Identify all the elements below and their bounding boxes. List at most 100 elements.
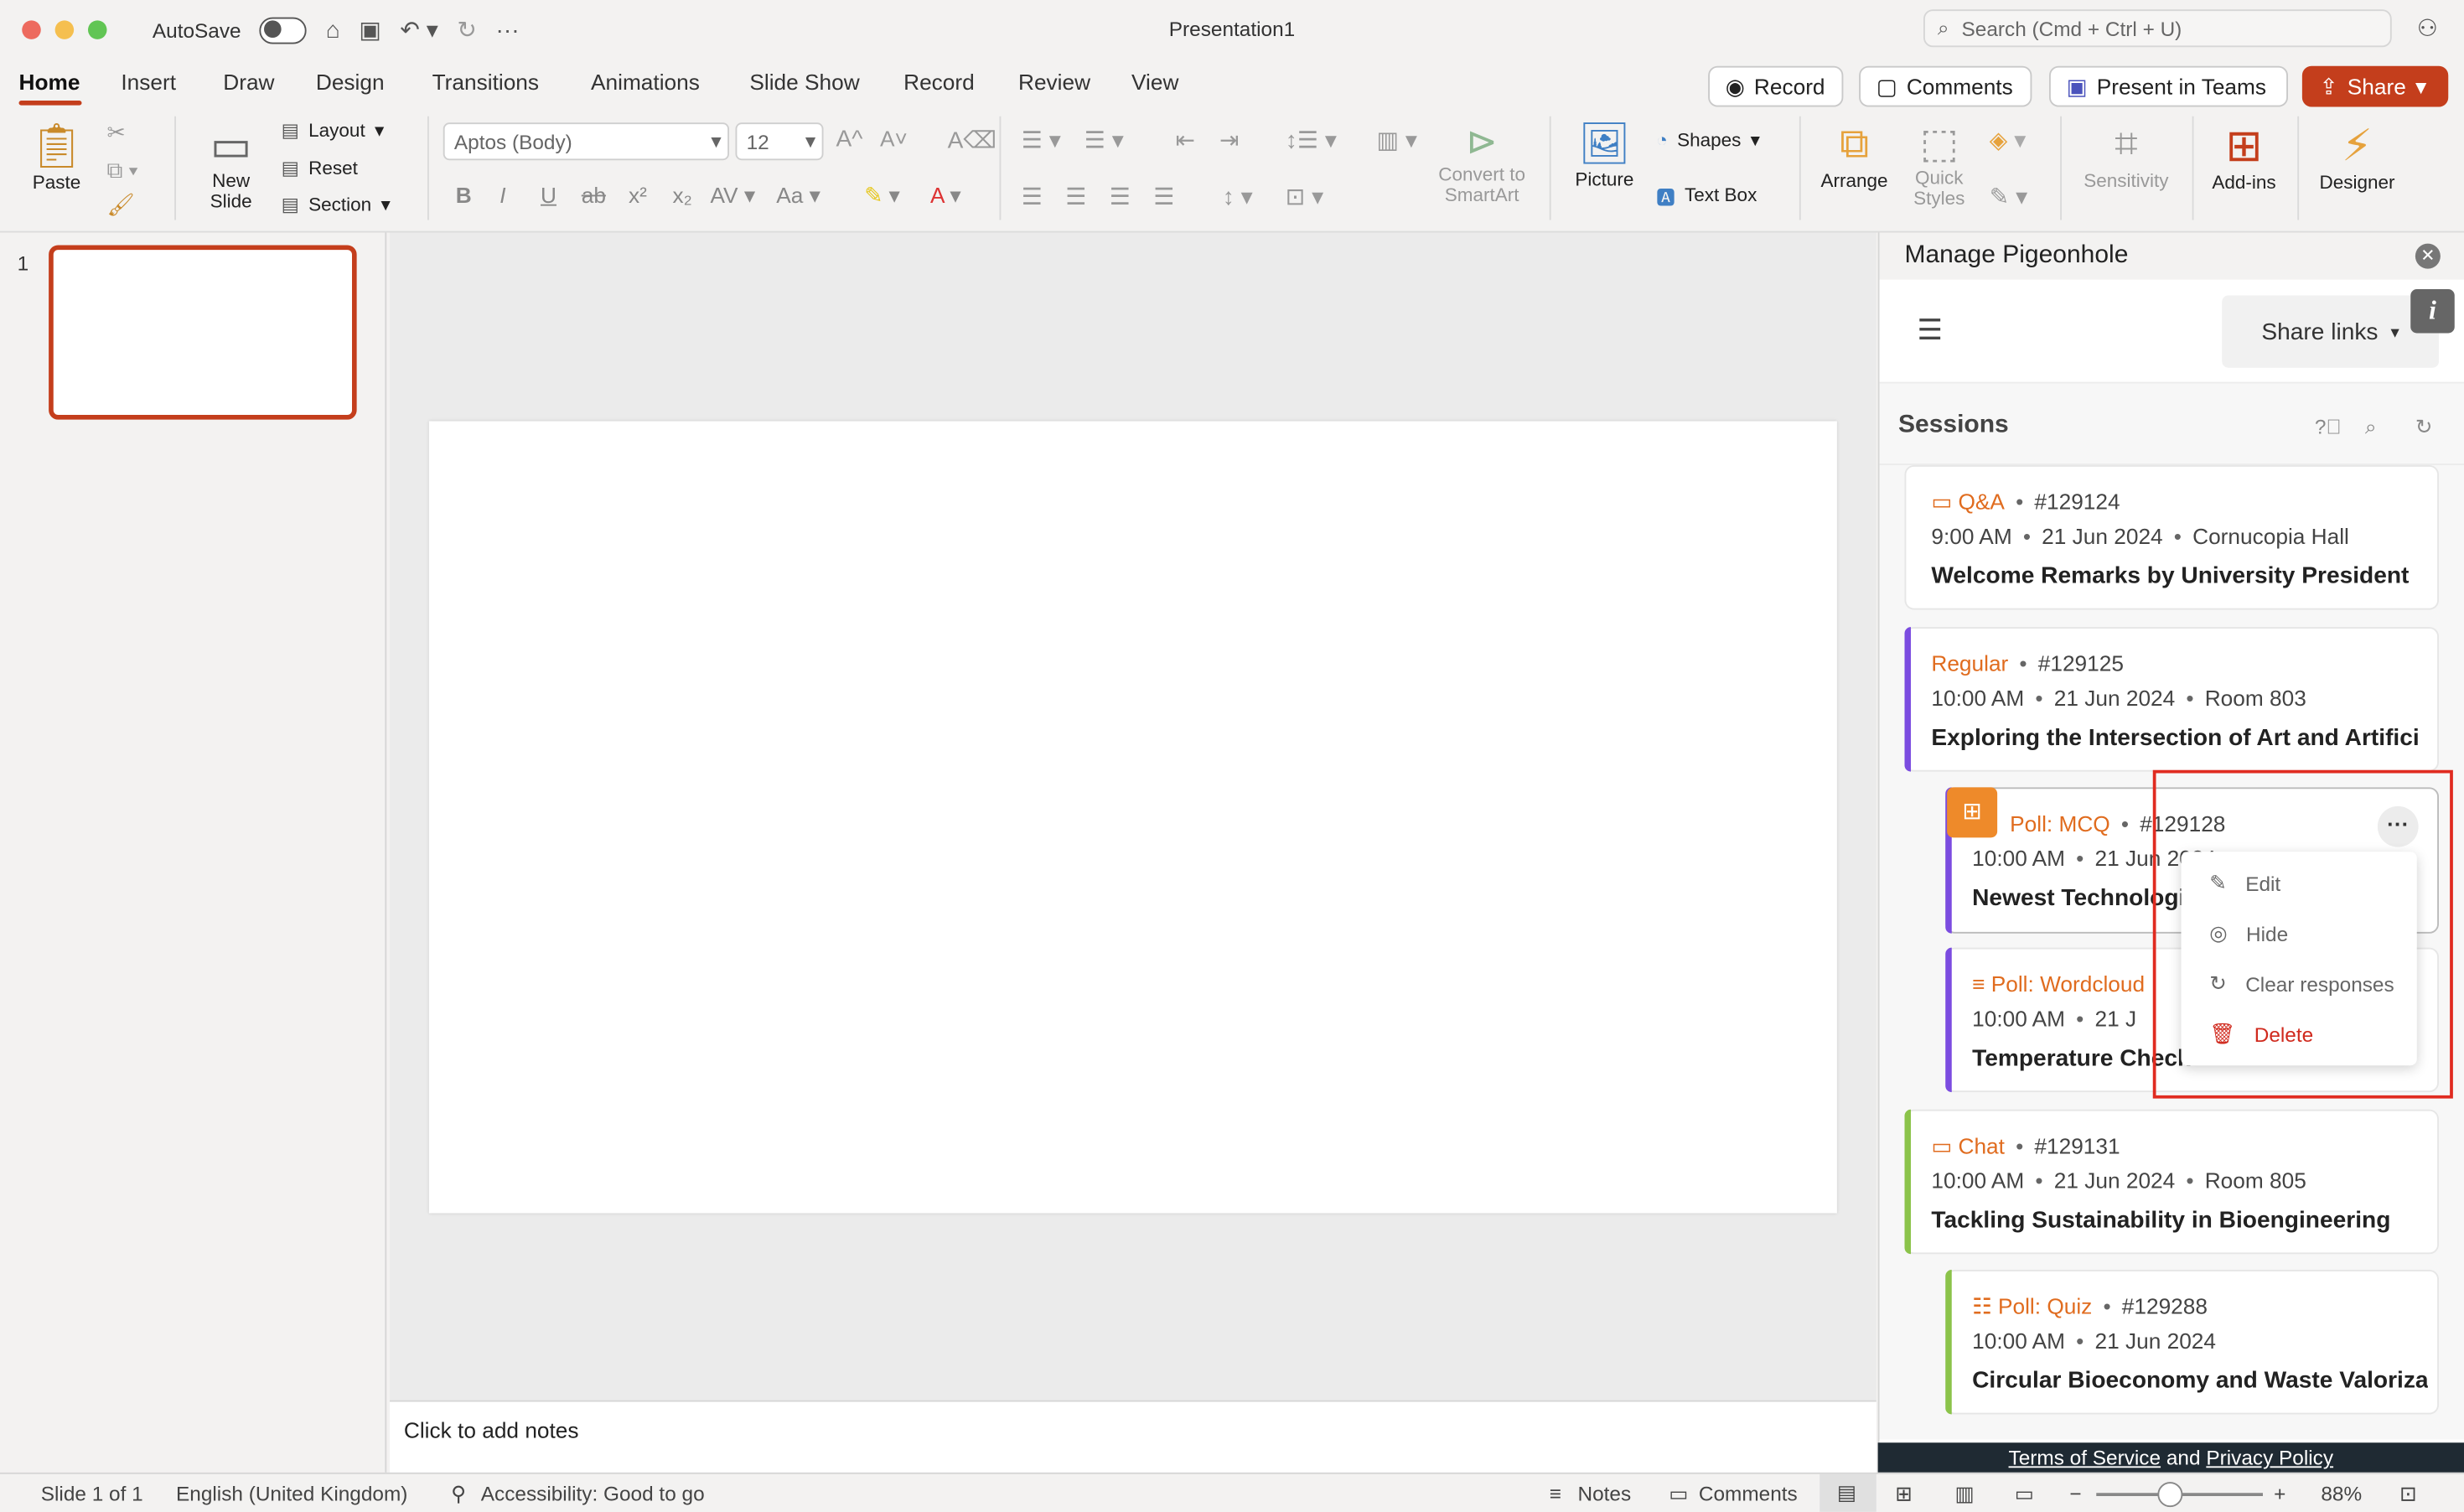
share-button[interactable]: ⇪ Share ▾ [2301,65,2449,107]
comments-button-label: Comments [1906,74,2013,100]
strikethrough-icon[interactable]: ab [582,183,606,208]
new-slide-button[interactable]: ▭ New Slide [192,120,271,213]
subscript-icon[interactable]: x₂ [673,183,692,208]
tab-record[interactable]: Record [903,70,975,95]
notes-toggle[interactable]: Notes [1578,1482,1632,1505]
superscript-icon[interactable]: x² [629,183,647,208]
search-input[interactable]: ⌕ Search (Cmd + Ctrl + U) [1923,9,2392,48]
increase-indent-icon[interactable]: ⇥ [1219,126,1240,154]
font-name-select[interactable]: Aptos (Body) ▾ [443,122,729,161]
record-button[interactable]: ◉ Record [1708,65,1844,107]
privacy-policy-link[interactable]: Privacy Policy [2206,1446,2333,1469]
tab-slide-show[interactable]: Slide Show [749,70,859,95]
accessibility-status[interactable]: Accessibility: Good to go [481,1482,705,1505]
session-card[interactable]: ▭ Q&A • #129124 9:00 AM • 21 Jun 2024 • Cornuc… [1904,465,2439,610]
zoom-level[interactable]: 88% [2321,1482,2362,1505]
zoom-out-icon[interactable]: − [2069,1482,2081,1505]
tab-home[interactable]: Home [19,70,80,95]
sensitivity-button[interactable]: ⌗ Sensitivity [2074,120,2178,192]
change-case-icon[interactable]: Aa ▾ [776,183,820,210]
refresh-icon[interactable]: ↻ [2415,415,2432,440]
sensitivity-icon: ⌗ [2115,119,2138,167]
record-icon: ◉ [1725,73,1745,99]
italic-icon[interactable]: I [500,183,505,208]
present-in-teams-button[interactable]: ▣ Present in Teams [2049,65,2288,107]
character-spacing-icon[interactable]: AV ▾ [711,183,756,210]
slide-thumbnail[interactable] [49,245,357,420]
info-icon[interactable]: i [2410,289,2455,334]
convert-smartart-button[interactable]: ⊳ Convert to SmartArt [1430,120,1534,206]
shape-outline-icon[interactable]: ✎ ▾ [1990,183,2027,210]
tab-draw[interactable]: Draw [223,70,274,95]
clear-formatting-icon[interactable]: A⌫ [948,126,997,154]
align-left-icon[interactable]: ☰ [1022,183,1043,210]
increase-font-icon[interactable]: A^ [836,126,863,153]
tab-design[interactable]: Design [316,70,385,95]
slideshow-icon[interactable]: ▭ [2015,1482,2034,1507]
notes-pane[interactable]: Click to add notes [390,1400,1876,1473]
arrange-button[interactable]: ⧉ Arrange [1815,120,1894,192]
paste-button[interactable]: 📋︎ Paste [22,120,91,193]
poll-mcq-icon: ⊞ [1947,787,1998,838]
normal-view-button[interactable]: ▤ [1820,1473,1876,1512]
designer-button[interactable]: ⚡︎ Designer [2316,120,2399,193]
reset-button[interactable]: ▤ Reset [282,158,358,179]
copy-icon[interactable]: ⧉ ▾ [107,158,138,184]
font-size-select[interactable]: 12 ▾ [735,122,824,161]
underline-icon[interactable]: U [541,183,556,208]
account-icon[interactable]: ⚇ [2417,14,2438,43]
help-icon[interactable]: ?⃝ [2315,415,2342,438]
terms-of-service-link[interactable]: Terms of Service [2009,1446,2161,1469]
bullets-icon[interactable]: ☰ ▾ [1022,126,1061,154]
tab-transitions[interactable]: Transitions [432,70,539,95]
align-text-icon[interactable]: ⊡ ▾ [1286,183,1323,210]
text-box-button[interactable]: 🅰︎ Text Box [1656,184,1757,210]
tab-insert[interactable]: Insert [121,70,176,95]
picture-button[interactable]: 🖼︎ Picture [1566,120,1644,190]
section-button[interactable]: ▤ Section ▾ [282,194,391,215]
cut-icon[interactable]: ✂ [107,120,126,147]
decrease-font-icon[interactable]: A˅ [880,126,908,151]
share-links-button[interactable]: Share links ▾ [2222,295,2439,368]
text-direction-icon[interactable]: ↕ ▾ [1223,183,1253,210]
zoom-slider-handle[interactable] [2157,1482,2183,1508]
shapes-button[interactable]: ◔ Shapes ▾ [1656,129,1760,151]
language-status[interactable]: English (United Kingdom) [176,1482,407,1505]
decrease-indent-icon[interactable]: ⇤ [1176,126,1196,154]
close-icon[interactable]: ✕ [2415,243,2441,269]
tab-view[interactable]: View [1131,70,1178,95]
quick-styles-button[interactable]: ⬚ Quick Styles [1902,120,1977,210]
comments-button[interactable]: ▢ Comments [1859,65,2032,107]
search-icon[interactable]: ⌕ [2365,415,2377,440]
session-card[interactable]: Regular • #129125 10:00 AM • 21 Jun 2024 • Roo… [1904,627,2439,772]
reading-view-icon[interactable]: ▥ [1955,1482,1975,1507]
format-painter-icon[interactable]: 🖌︎ [107,192,135,219]
session-id: #129124 [2034,489,2120,515]
slide-canvas[interactable] [428,421,1837,1214]
align-right-icon[interactable]: ☰ [1110,183,1131,210]
font-color-icon[interactable]: A ▾ [930,183,961,210]
session-card[interactable]: ☷ Poll: Quiz • #129288 10:00 AM • 21 Jun 202… [1945,1270,2439,1415]
layout-button[interactable]: ▤ Layout ▾ [282,120,385,142]
numbering-icon[interactable]: ☰ ▾ [1084,126,1124,154]
tab-review[interactable]: Review [1018,70,1090,95]
designer-icon: ⚡︎ [2342,121,2373,170]
session-date: 21 Jun 2024 [2042,523,2163,549]
share-icon: ⇪ [2319,73,2338,99]
tab-animations[interactable]: Animations [591,70,700,95]
columns-icon[interactable]: ▥ ▾ [1377,126,1418,154]
add-ins-button[interactable]: ⊞ Add-ins [2207,120,2282,193]
line-spacing-icon[interactable]: ↕☰ ▾ [1286,126,1337,154]
zoom-in-icon[interactable]: + [2274,1482,2285,1505]
hamburger-menu-icon[interactable]: ☰ [1918,314,1943,347]
slide-sorter-icon[interactable]: ⊞ [1895,1482,1912,1507]
comments-toggle[interactable]: Comments [1699,1482,1798,1505]
highlight-icon[interactable]: ✎ ▾ [864,183,899,210]
fit-to-window-icon[interactable]: ⊡ [2399,1482,2416,1507]
bold-icon[interactable]: B [456,183,472,208]
justify-icon[interactable]: ☰ [1153,183,1174,210]
session-card[interactable]: ▭ Chat • #129131 10:00 AM • 21 Jun 2024 • Room… [1904,1109,2439,1255]
picture-label: Picture [1575,168,1634,190]
shape-fill-icon[interactable]: ◈ ▾ [1990,126,2027,154]
align-center-icon[interactable]: ☰ [1065,183,1086,210]
